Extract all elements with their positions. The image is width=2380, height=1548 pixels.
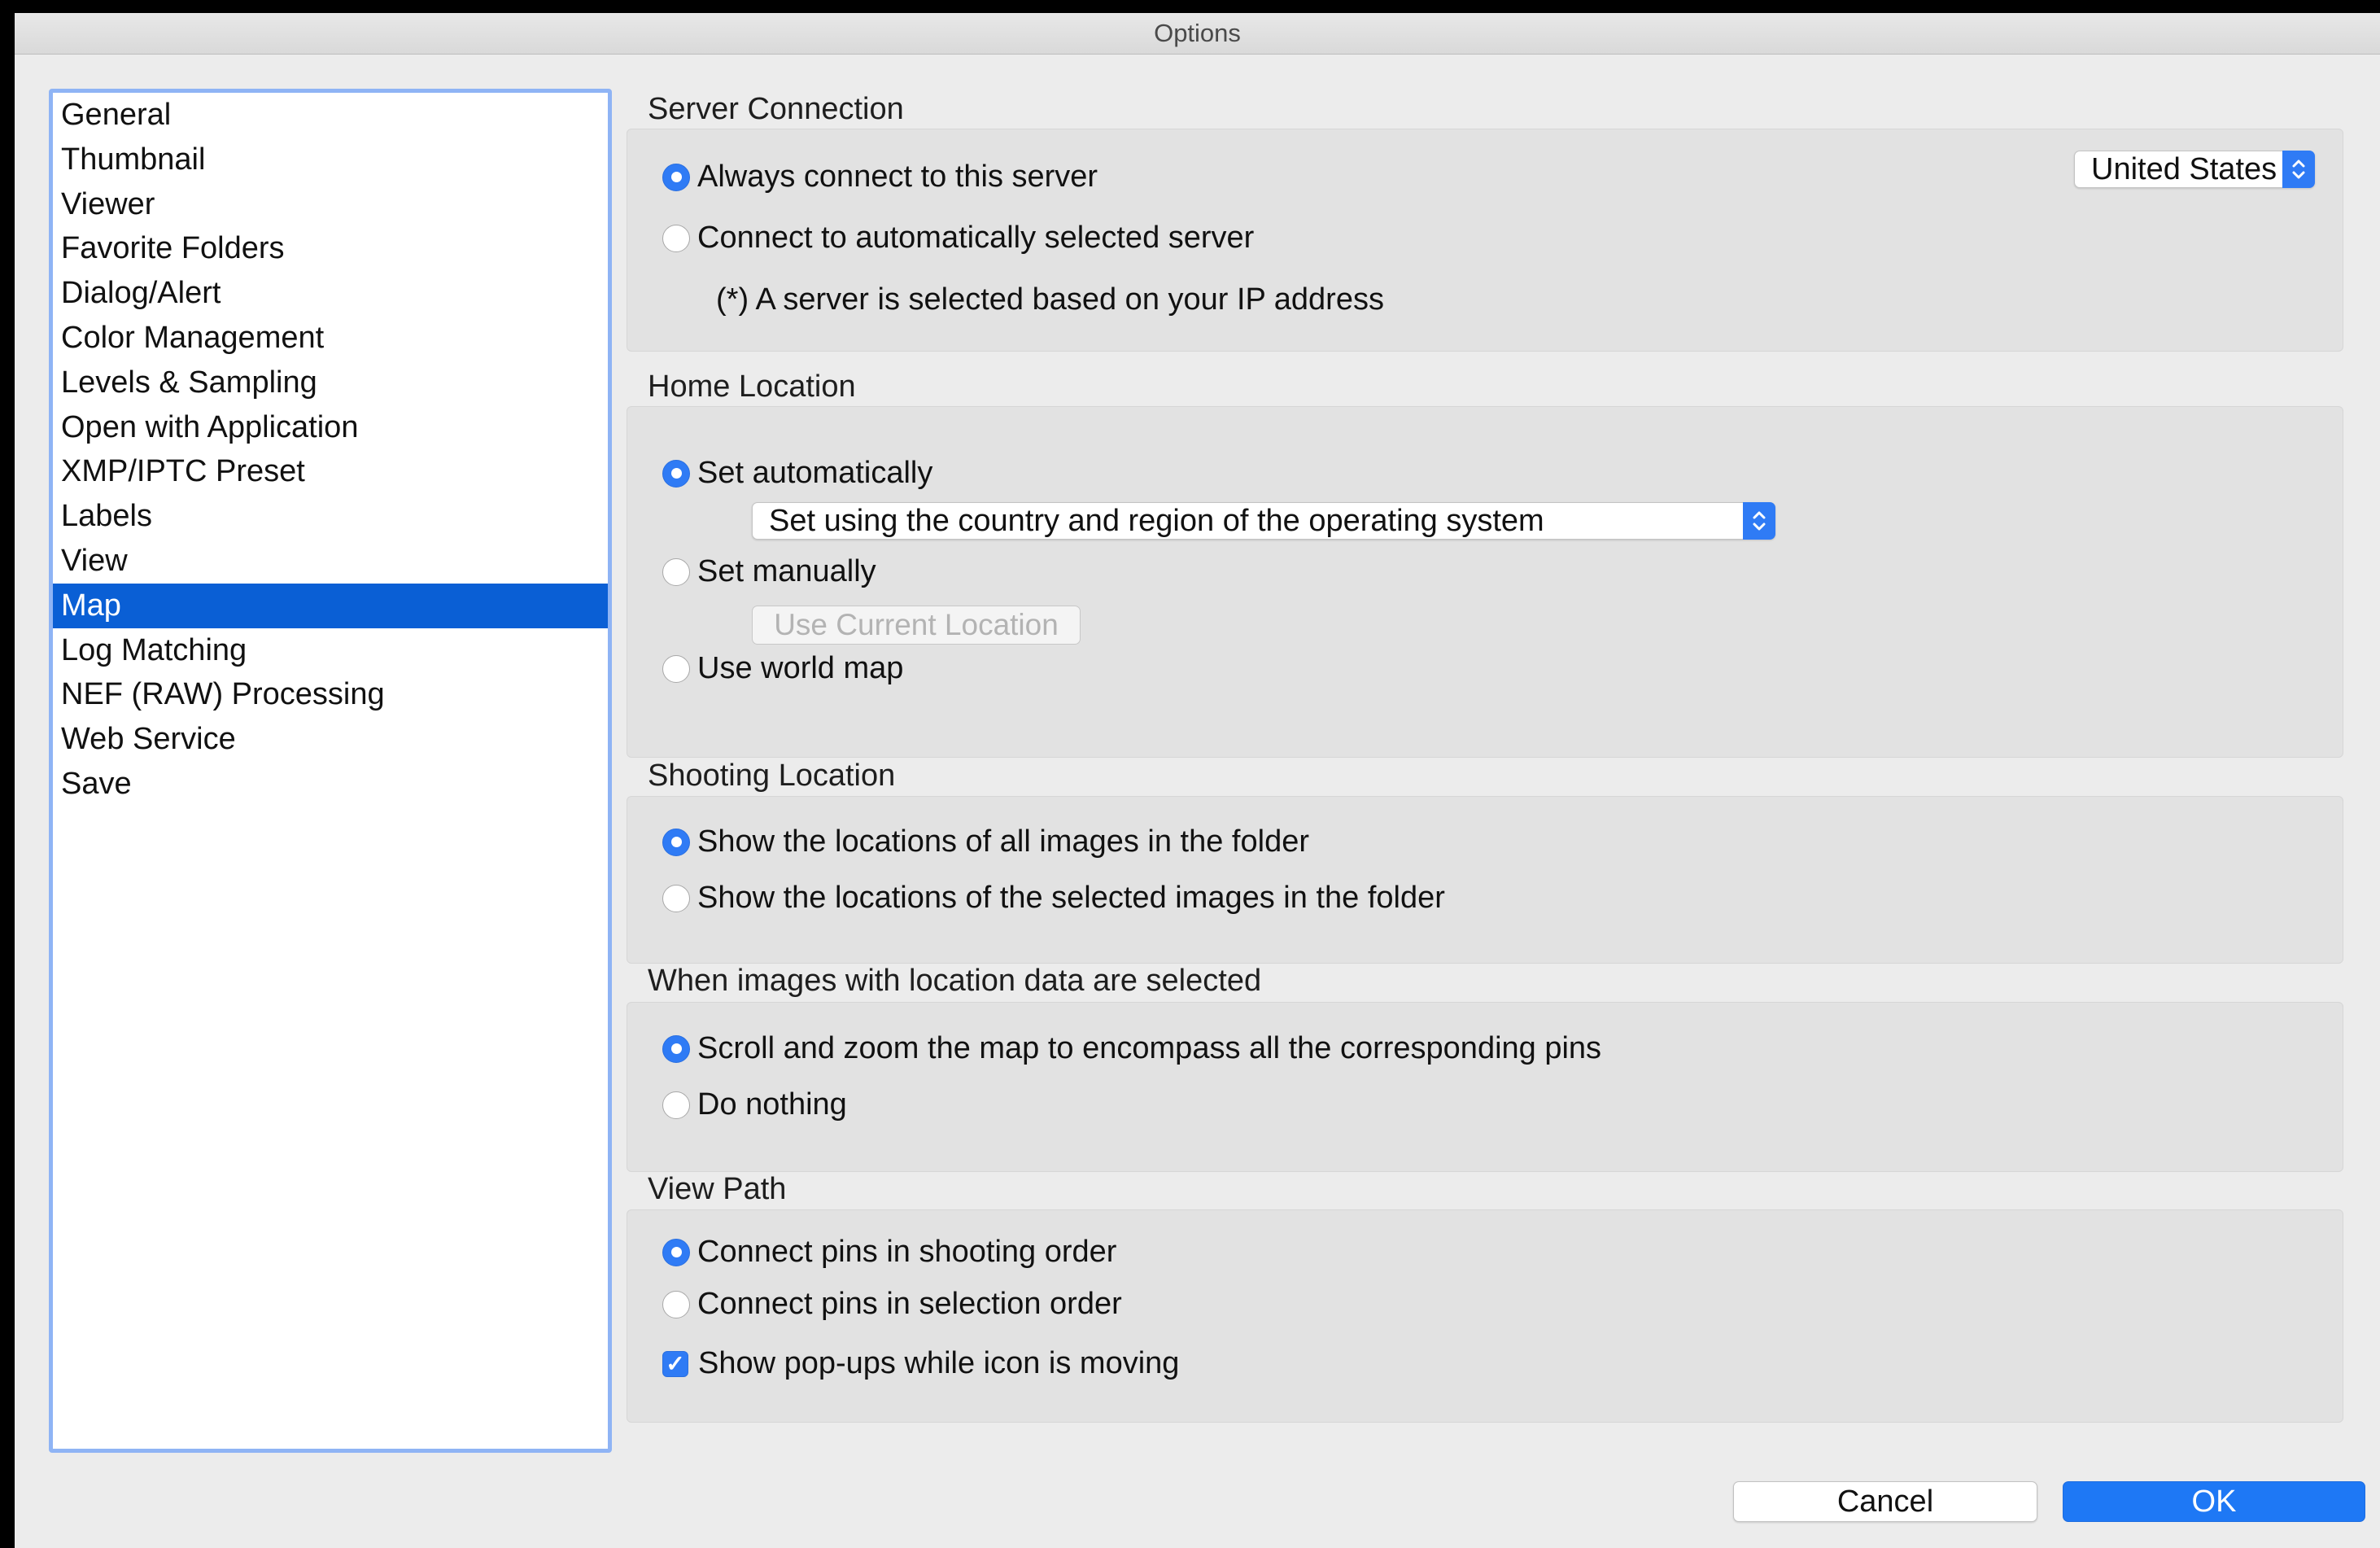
radio-unselected-icon[interactable] [662,558,690,586]
server-country-select[interactable]: United States [2074,151,2315,188]
home-location-method-select[interactable]: Set using the country and region of the … [752,502,1775,540]
shooting-order-label: Connect pins in shooting order [697,1235,1117,1269]
sidebar-item-nef-raw-processing[interactable]: NEF (RAW) Processing [53,672,608,717]
sidebar-item-map[interactable]: Map [53,583,608,628]
selection-order-option[interactable]: Connect pins in selection order [662,1287,1122,1322]
ok-button[interactable]: OK [2063,1481,2365,1522]
title-bar[interactable]: Options [15,13,2380,55]
sidebar-item-dialog-alert[interactable]: Dialog/Alert [53,271,608,316]
radio-unselected-icon[interactable] [662,224,690,252]
sidebar-item-general[interactable]: General [53,93,608,138]
options-window: Options General Thumbnail Viewer Favorit… [15,13,2380,1548]
sidebar-item-log-matching[interactable]: Log Matching [53,628,608,673]
show-popups-label: Show pop-ups while icon is moving [698,1346,1180,1380]
server-connection-title: Server Connection [648,92,904,126]
scroll-zoom-label: Scroll and zoom the map to encompass all… [697,1031,1602,1065]
always-connect-label: Always connect to this server [697,160,1098,194]
use-world-map-label: Use world map [697,651,904,685]
updown-chevron-icon [2282,151,2315,188]
radio-selected-icon[interactable] [662,1238,690,1266]
selection-order-label: Connect pins in selection order [697,1287,1122,1321]
use-current-location-button[interactable]: Use Current Location [752,606,1081,645]
home-location-title: Home Location [648,370,856,404]
sidebar-item-web-service[interactable]: Web Service [53,717,608,762]
selected-images-label: Show the locations of the selected image… [697,881,1445,915]
checkmark-icon[interactable]: ✓ [662,1350,688,1377]
radio-selected-icon[interactable] [662,828,690,856]
shooting-location-title: Shooting Location [648,759,896,793]
all-images-option[interactable]: Show the locations of all images in the … [662,824,1309,859]
shooting-location-group [627,796,2343,964]
do-nothing-option[interactable]: Do nothing [662,1087,847,1122]
view-path-title: View Path [648,1172,787,1206]
set-automatically-option[interactable]: Set automatically [662,456,932,491]
server-note: (*) A server is selected based on your I… [716,282,1384,317]
server-country-value: United States [2091,152,2277,186]
sidebar-item-viewer[interactable]: Viewer [53,182,608,227]
sidebar-item-levels-sampling[interactable]: Levels & Sampling [53,361,608,405]
always-connect-option[interactable]: Always connect to this server [662,160,1098,195]
set-manually-label: Set manually [697,554,876,588]
cancel-button[interactable]: Cancel [1733,1481,2037,1522]
auto-select-server-label: Connect to automatically selected server [697,221,1255,255]
updown-chevron-icon [1743,502,1775,540]
radio-unselected-icon[interactable] [662,884,690,912]
category-list[interactable]: General Thumbnail Viewer Favorite Folder… [49,89,612,1453]
home-location-method-value: Set using the country and region of the … [769,504,1544,538]
window-title: Options [1154,19,1241,47]
radio-selected-icon[interactable] [662,1034,690,1063]
sidebar-item-xmp-iptc-preset[interactable]: XMP/IPTC Preset [53,449,608,494]
radio-selected-icon[interactable] [662,163,690,191]
auto-select-server-option[interactable]: Connect to automatically selected server [662,221,1254,256]
set-automatically-label: Set automatically [697,456,933,490]
radio-selected-icon[interactable] [662,459,690,488]
sidebar-item-view[interactable]: View [53,539,608,584]
selected-images-option[interactable]: Show the locations of the selected image… [662,881,1445,916]
radio-unselected-icon[interactable] [662,1091,690,1119]
sidebar-item-save[interactable]: Save [53,762,608,807]
sidebar-item-labels[interactable]: Labels [53,494,608,539]
use-world-map-option[interactable]: Use world map [662,651,903,686]
scroll-zoom-option[interactable]: Scroll and zoom the map to encompass all… [662,1031,1601,1066]
sidebar-item-open-with-application[interactable]: Open with Application [53,405,608,450]
sidebar-item-thumbnail[interactable]: Thumbnail [53,138,608,182]
set-manually-option[interactable]: Set manually [662,554,876,589]
show-popups-option[interactable]: ✓ Show pop-ups while icon is moving [662,1346,1179,1381]
location-selected-group [627,1002,2343,1172]
radio-unselected-icon[interactable] [662,1290,690,1318]
sidebar-item-favorite-folders[interactable]: Favorite Folders [53,226,608,271]
radio-unselected-icon[interactable] [662,654,690,683]
shooting-order-option[interactable]: Connect pins in shooting order [662,1235,1116,1270]
location-selected-title: When images with location data are selec… [648,964,1262,998]
sidebar-item-color-management[interactable]: Color Management [53,316,608,361]
all-images-label: Show the locations of all images in the … [697,824,1309,859]
do-nothing-label: Do nothing [697,1087,847,1122]
